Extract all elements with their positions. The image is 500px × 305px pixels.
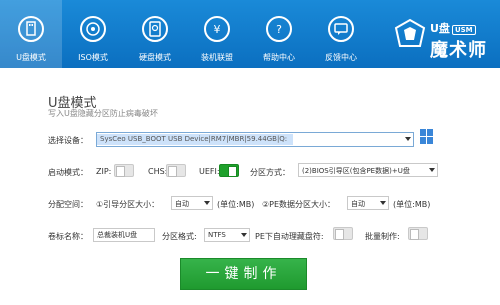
tab-label: ISO模式 (78, 53, 108, 62)
boot-unit-label: (单位:MB) (217, 200, 255, 209)
volume-name-input[interactable] (93, 228, 155, 242)
zip-toggle[interactable] (114, 164, 134, 177)
tab-iso-mode[interactable]: ISO模式 (62, 0, 124, 68)
partition-method-label: 分区方式： (250, 168, 290, 177)
boot-size-value: 自动 (175, 200, 189, 208)
tab-help-center[interactable]: ? 帮助中心 (248, 0, 310, 68)
chevron-down-icon (241, 233, 247, 237)
tab-usb-mode[interactable]: U盘模式 (0, 0, 62, 68)
brand-logo: U盘 USM 魔术师 (392, 8, 496, 62)
pe-size-label: ②PE数据分区大小： (262, 200, 336, 209)
partition-method-select[interactable]: (2)BIOS引导区(包含PE数据)+U盘 (298, 163, 438, 177)
volume-name-field[interactable] (94, 229, 154, 241)
pe-unit-label: (单位:MB) (393, 200, 431, 209)
brand-usm-badge: USM (451, 25, 476, 35)
uefi-label: UEFI: (199, 167, 220, 176)
batch-label: 批量制作: (365, 232, 400, 241)
tab-label: 反馈中心 (325, 53, 357, 62)
chevron-down-icon (380, 201, 386, 205)
auto-clean-label: PE下自动理藏盘符: (255, 232, 324, 241)
format-select[interactable]: NTFS (204, 228, 250, 242)
help-icon: ? (266, 16, 292, 42)
magician-logo-icon (394, 18, 426, 47)
zip-label: ZIP: (96, 167, 112, 176)
space-label: 分配空间： (48, 200, 88, 209)
windows-icon[interactable] (420, 129, 434, 145)
brand-name: 魔术师 (430, 40, 487, 61)
chevron-down-icon (429, 168, 435, 172)
boot-size-label: ①引导分区大小： (96, 200, 160, 209)
device-select[interactable]: SysCeo USB_BOOT USB Device|RM7|MBR|59.44… (96, 132, 414, 147)
auto-clean-toggle[interactable] (333, 227, 353, 240)
pe-size-select[interactable]: 自动 (347, 196, 389, 210)
tab-label: 装机联盟 (201, 53, 233, 62)
top-toolbar: U盘模式 ISO模式 硬盘模式 ¥ 装机联盟 ? 帮助中心 反馈中心 U盘 US… (0, 0, 500, 68)
chevron-down-icon (204, 201, 210, 205)
device-select-value: SysCeo USB_BOOT USB Device|RM7|MBR|59.44… (100, 135, 288, 143)
tab-hdd-mode[interactable]: 硬盘模式 (124, 0, 186, 68)
svg-text:?: ? (276, 23, 282, 36)
format-value: NTFS (208, 231, 226, 239)
hard-disk-icon (142, 16, 168, 42)
partition-method-value: (2)BIOS引导区(包含PE数据)+U盘 (302, 167, 410, 175)
chs-toggle[interactable] (166, 164, 186, 177)
star-money-icon: ¥ (204, 16, 230, 42)
tab-label: 帮助中心 (263, 53, 295, 62)
tab-feedback-center[interactable]: 反馈中心 (310, 0, 372, 68)
usb-drive-icon (18, 16, 44, 42)
svg-text:¥: ¥ (214, 23, 221, 36)
uefi-toggle[interactable] (219, 164, 239, 177)
tab-label: 硬盘模式 (139, 53, 171, 62)
one-click-make-button[interactable]: 一键制作 (180, 258, 307, 290)
boot-size-select[interactable]: 自动 (171, 196, 213, 210)
page-subtitle: 写入U盘隐藏分区防止病毒破坏 (48, 109, 158, 118)
brand-subtitle: U盘 USM (430, 20, 476, 36)
format-label: 分区格式: (162, 232, 197, 241)
boot-mode-label: 启动模式： (48, 168, 88, 177)
batch-toggle[interactable] (408, 227, 428, 240)
tab-label: U盘模式 (16, 53, 46, 62)
pe-size-value: 自动 (351, 200, 365, 208)
chevron-down-icon (405, 137, 411, 141)
device-label: 选择设备： (48, 136, 88, 145)
feedback-icon (328, 16, 354, 42)
volume-label: 卷标名称： (48, 232, 88, 241)
disc-icon (80, 16, 106, 42)
chs-label: CHS: (148, 167, 168, 176)
tab-install-union[interactable]: ¥ 装机联盟 (186, 0, 248, 68)
